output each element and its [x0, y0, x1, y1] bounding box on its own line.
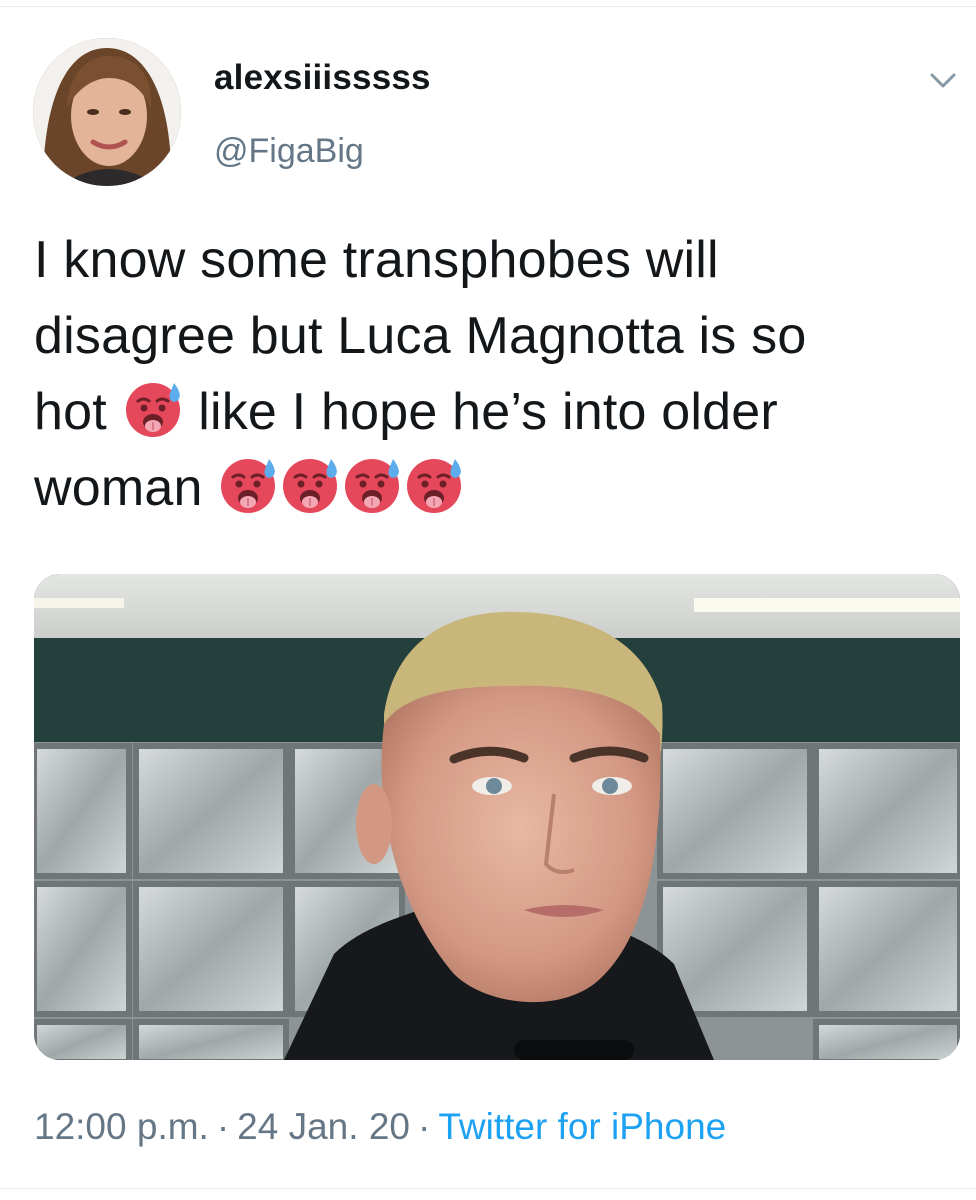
tweet-date[interactable]: 24 Jan. 20	[237, 1106, 410, 1147]
tweet-text-segment: I know some transphobes will	[34, 231, 719, 289]
meta-separator: ·	[417, 1106, 431, 1147]
meta-separator: ·	[216, 1106, 230, 1147]
tweet-text-line: hot like I hope he’s into older	[34, 374, 954, 450]
tweet-text-line: I know some transphobes will	[34, 222, 954, 298]
photo	[34, 574, 960, 1060]
tweet-text-segment: like I hope he’s into older	[198, 383, 778, 441]
avatar[interactable]	[33, 38, 181, 186]
tweet-text-segment: disagree but Luca Magnotta is so	[34, 307, 807, 365]
hot-face-emoji	[217, 453, 279, 515]
tweet-text-segment: hot	[34, 383, 107, 441]
hot-face-emoji	[341, 453, 403, 515]
tweet-media-image[interactable]	[34, 574, 960, 1060]
chevron-down-icon[interactable]	[926, 64, 960, 98]
hot-face-emoji	[403, 453, 465, 515]
tweet-meta: 12:00 p.m. · 24 Jan. 20 · Twitter for iPhone	[34, 1106, 726, 1148]
tweet-text-segment: woman	[34, 459, 203, 517]
hot-face-emoji	[122, 377, 184, 439]
top-divider	[0, 6, 976, 7]
hot-face-emoji	[279, 453, 341, 515]
user-handle[interactable]: @FigaBig	[214, 132, 364, 171]
tweet-text-line: disagree but Luca Magnotta is so	[34, 298, 954, 374]
avatar-image	[33, 38, 181, 186]
tweet-text-line: woman	[34, 450, 954, 526]
bottom-divider	[0, 1188, 976, 1189]
tweet-source-link[interactable]: Twitter for iPhone	[438, 1106, 726, 1147]
tweet-text: I know some transphobes will disagree bu…	[34, 222, 954, 526]
display-name[interactable]: alexsiiisssss	[214, 58, 431, 98]
tweet-time[interactable]: 12:00 p.m.	[34, 1106, 209, 1147]
